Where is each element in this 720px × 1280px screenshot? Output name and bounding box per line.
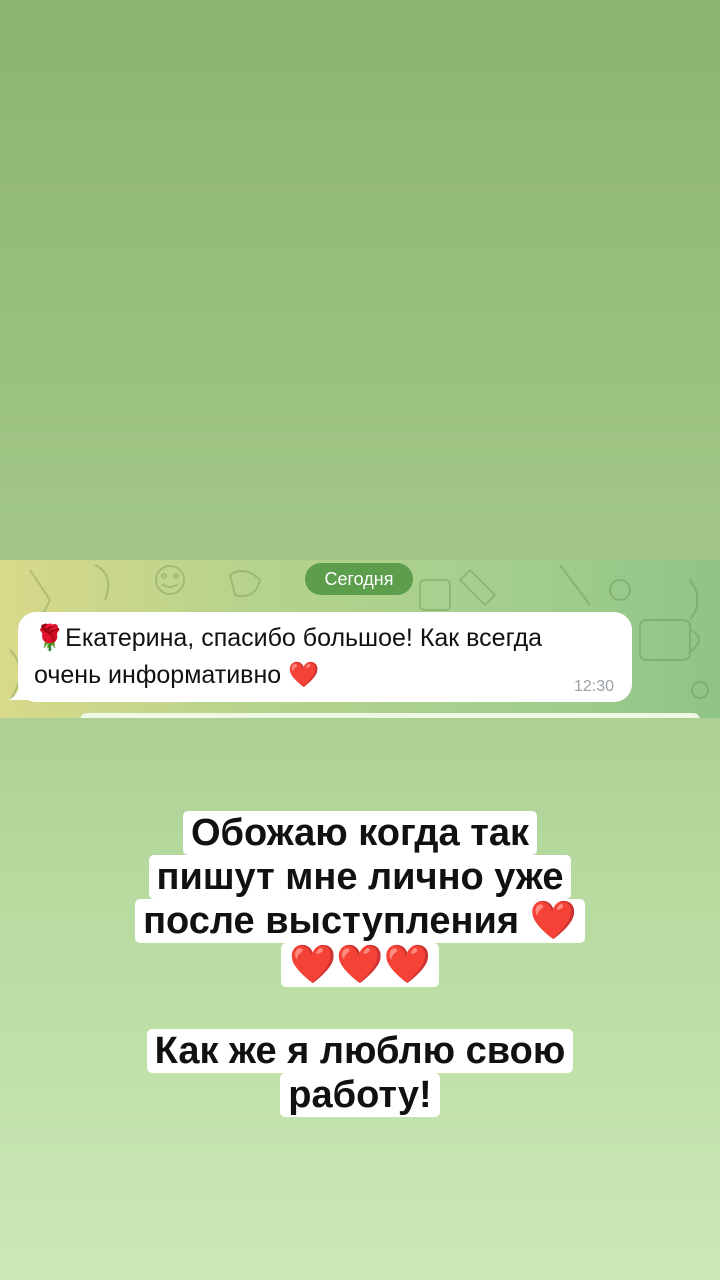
caption-2-line-2: работу! [280,1073,440,1117]
heart-emoji: ❤️ [288,661,320,689]
caption-1-line-1: Обожаю когда так [183,811,537,855]
incoming-message-bubble[interactable]: 🌹Екатерина, спасибо большое! Как всегда … [18,612,632,702]
story-caption-1: Обожаю когда так пишут мне лично уже пос… [0,811,720,987]
next-message-bubble-edge [80,713,700,718]
heart-emoji: ❤️ [529,900,577,942]
message-line-1: Екатерина, спасибо большое! Как всегда [65,624,543,652]
chat-screenshot: Сегодня 🌹Екатерина, спасибо большое! Как… [0,560,720,718]
rose-emoji: 🌹 [34,624,66,652]
caption-1-line-3: после выступления ❤️ [135,899,585,943]
caption-1-line-3-text: после выступления [143,900,520,942]
hearts-emoji-row: ❤️❤️❤️ [281,943,439,987]
message-text: 🌹Екатерина, спасибо большое! Как всегда … [34,620,624,694]
caption-1-line-2: пишут мне лично уже [148,855,572,899]
message-time: 12:30 [573,678,614,695]
date-label: Сегодня [324,569,394,589]
story-caption-2: Как же я люблю свою работу! [0,1029,720,1117]
date-separator: Сегодня [305,563,413,595]
message-line-2: очень информативно [34,661,282,689]
caption-2-line-1: Как же я люблю свою [146,1029,574,1073]
